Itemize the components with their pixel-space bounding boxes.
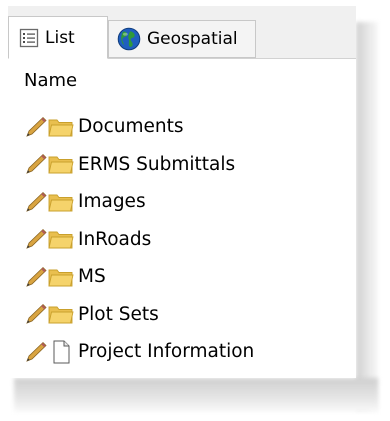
globe-icon: [117, 27, 141, 51]
folder-icon: [48, 306, 74, 324]
list-item-project-information[interactable]: Project Information: [24, 333, 354, 371]
item-label: Project Information: [78, 341, 255, 363]
pencil-icon: [26, 341, 47, 362]
pencil-icon: [26, 116, 47, 137]
document-icon: [53, 340, 70, 364]
folder-icon: [48, 119, 74, 137]
pencil-icon: [26, 229, 47, 249]
pencil-icon: [26, 304, 47, 324]
list-item-documents[interactable]: Documents: [24, 108, 354, 146]
pencil-icon: [26, 154, 47, 174]
item-label: MS: [78, 266, 106, 288]
pencil-icon: [26, 266, 47, 287]
list-item-images[interactable]: Images: [24, 183, 354, 221]
item-label: ERMS Submittals: [78, 153, 236, 175]
tab-list-label: List: [45, 27, 75, 48]
column-header-name[interactable]: Name: [24, 70, 77, 91]
folder-icon: [48, 231, 74, 249]
list-item-plot-sets[interactable]: Plot Sets: [24, 296, 354, 334]
item-label: Images: [78, 191, 146, 213]
item-label: Documents: [78, 116, 184, 138]
window-shadow-bottom: [14, 378, 378, 412]
item-list: Documents ERMS Submittals Images InRoads…: [24, 108, 354, 371]
item-label: Plot Sets: [78, 303, 159, 325]
tab-list[interactable]: List: [8, 16, 108, 59]
folder-icon: [48, 156, 74, 174]
tab-bar: List Geospatial: [8, 6, 356, 59]
pencil-icon: [26, 191, 47, 212]
list-item-inroads[interactable]: InRoads: [24, 221, 354, 259]
folder-icon: [48, 269, 74, 287]
list-item-erms-submittals[interactable]: ERMS Submittals: [24, 146, 354, 184]
window-shadow-right: [356, 22, 378, 410]
list-icon: [19, 28, 39, 47]
list-item-ms[interactable]: MS: [24, 258, 354, 296]
list-view: Name Documents ERMS Submittals Images In…: [8, 59, 356, 378]
item-label: InRoads: [78, 228, 152, 250]
tab-geospatial-label: Geospatial: [147, 29, 238, 49]
tab-geospatial[interactable]: Geospatial: [108, 20, 256, 58]
folder-icon: [48, 194, 74, 212]
browser-panel: List Geospatial Name Documents ERMS Subm…: [8, 6, 356, 378]
